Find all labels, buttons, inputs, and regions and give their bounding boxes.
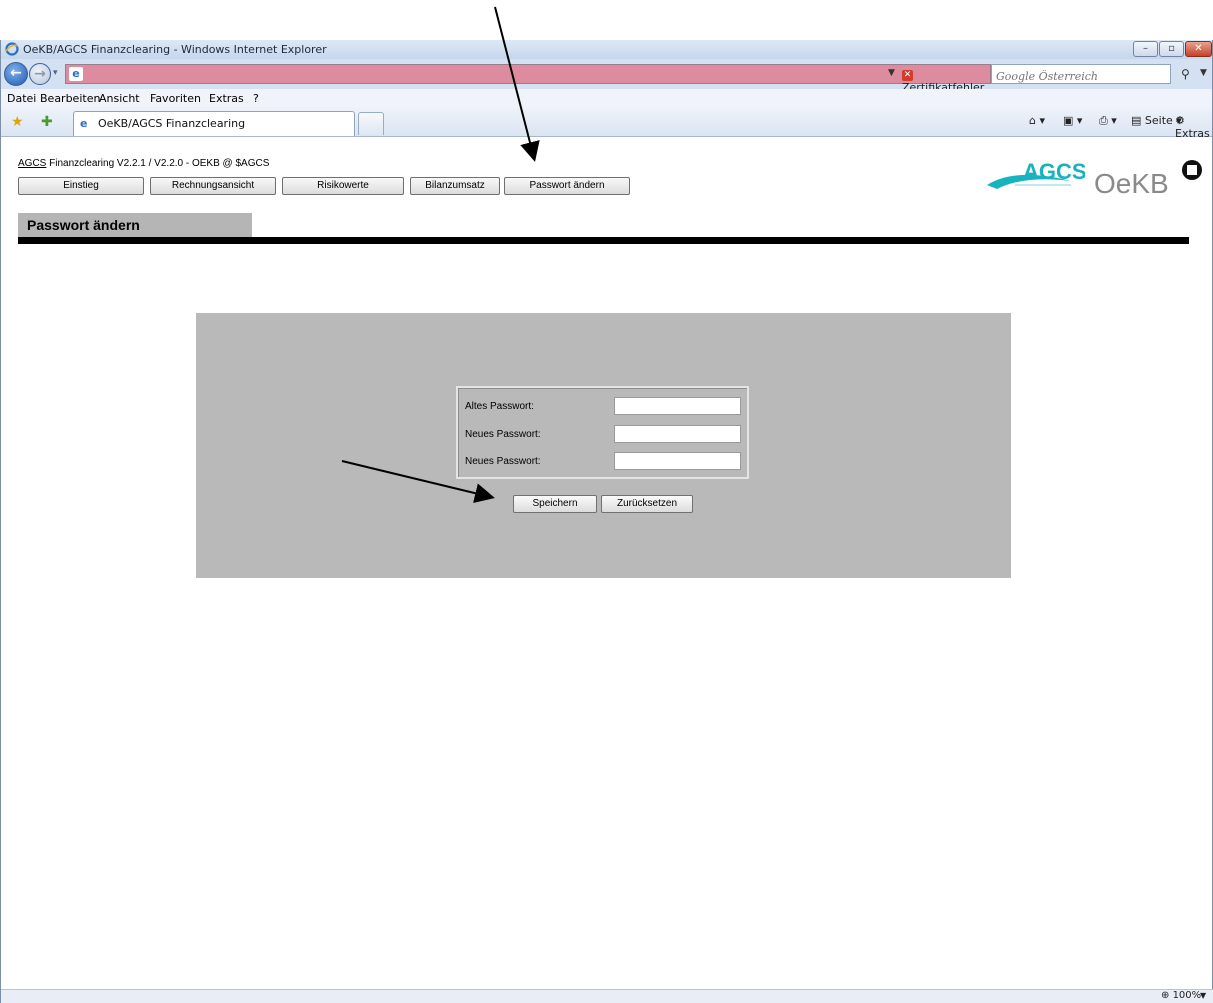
- minimize-button[interactable]: –: [1133, 41, 1158, 57]
- nav-rechnungsansicht[interactable]: Rechnungsansicht: [150, 177, 276, 195]
- search-box[interactable]: [991, 64, 1171, 85]
- search-icon[interactable]: ⚲: [1181, 67, 1190, 81]
- close-window-button[interactable]: ✕: [1185, 41, 1212, 57]
- oekb-logo: OeKB: [1094, 160, 1202, 197]
- agcs-logo: AGCS: [987, 159, 1085, 189]
- menu-help[interactable]: ?: [253, 92, 259, 105]
- page-icon: e: [69, 67, 83, 81]
- error-icon: ✕: [902, 70, 913, 81]
- menu-favoriten[interactable]: Favoriten: [150, 92, 201, 105]
- zoom-dropdown-icon[interactable]: ▼: [1200, 991, 1206, 1000]
- favorites-star-icon[interactable]: ★: [11, 114, 24, 130]
- new-tab-button[interactable]: [358, 112, 384, 135]
- tools-menu-button[interactable]: ⚙ Extras: [1175, 114, 1212, 140]
- maximize-button[interactable]: ▫: [1159, 41, 1184, 57]
- back-button[interactable]: ←: [4, 62, 28, 86]
- feeds-icon[interactable]: ▣ ▾: [1063, 114, 1082, 127]
- agcs-link[interactable]: AGCS: [18, 158, 46, 169]
- tab-label: OeKB/AGCS Finanzclearing: [98, 117, 246, 130]
- status-bar: ⊕ 100% ▼: [1, 989, 1213, 1003]
- section-header: Passwort ändern: [18, 213, 252, 237]
- nav-einstieg[interactable]: Einstieg: [18, 177, 144, 195]
- ie-logo-icon: [5, 42, 19, 56]
- menu-bearbeiten[interactable]: Bearbeiten: [40, 92, 100, 105]
- tools-menu-label: Extras: [1175, 127, 1210, 140]
- new-password-input[interactable]: [614, 425, 741, 443]
- print-icon[interactable]: ⎙ ▾: [1099, 114, 1117, 128]
- home-icon[interactable]: ⌂ ▾: [1029, 114, 1045, 127]
- old-password-input[interactable]: [614, 397, 741, 415]
- forward-arrow-icon: →: [34, 66, 46, 82]
- section-divider: [18, 237, 1189, 244]
- forward-button[interactable]: →: [29, 63, 51, 85]
- search-dropdown-icon[interactable]: ▼: [1200, 68, 1207, 78]
- tab-row: ★ ✚ e OeKB/AGCS Finanzclearing ⌂ ▾ ▣ ▾ ⎙…: [1, 107, 1212, 140]
- zoom-value: 100%: [1172, 990, 1202, 1001]
- address-toolbar: ← → ▾ e ▼ ✕Zertifikatfehler ⇆ ✕ ⚲ ▼: [1, 59, 1212, 94]
- agcs-logo-text: AGCS: [1023, 159, 1085, 184]
- title-bar: OeKB/AGCS Finanzclearing - Windows Inter…: [1, 40, 1212, 60]
- menu-datei[interactable]: Datei: [7, 92, 36, 105]
- oekb-logo-text: OeKB: [1094, 168, 1169, 197]
- nav-bilanzumsatz[interactable]: Bilanzumsatz: [410, 177, 500, 195]
- zoom-level[interactable]: ⊕ 100%: [1161, 990, 1201, 1001]
- menu-bar: Datei Bearbeiten Ansicht Favoriten Extra…: [1, 89, 1212, 108]
- tab-active[interactable]: e OeKB/AGCS Finanzclearing: [73, 111, 355, 136]
- confirm-password-label: Neues Passwort:: [465, 456, 541, 467]
- page-title: Passwort ändern: [27, 217, 140, 233]
- gear-icon: ⚙: [1175, 114, 1185, 127]
- history-dropdown-icon[interactable]: ▾: [53, 68, 58, 78]
- new-password-label: Neues Passwort:: [465, 429, 541, 440]
- search-input[interactable]: [996, 68, 1166, 85]
- menu-ansicht[interactable]: Ansicht: [99, 92, 140, 105]
- app-version: AGCS Finanzclearing V2.2.1 / V2.2.0 - OE…: [18, 158, 269, 169]
- menu-extras[interactable]: Extras: [209, 92, 244, 105]
- back-arrow-icon: ←: [10, 65, 22, 81]
- confirm-password-input[interactable]: [614, 452, 741, 470]
- address-dropdown-icon[interactable]: ▼: [888, 68, 895, 78]
- old-password-label: Altes Passwort:: [465, 401, 534, 412]
- save-button[interactable]: Speichern: [513, 495, 597, 513]
- page-menu-icon: ▤: [1131, 114, 1142, 127]
- reset-button[interactable]: Zurücksetzen: [601, 495, 693, 513]
- address-bar[interactable]: e ▼ ✕Zertifikatfehler ⇆ ✕: [65, 64, 1042, 94]
- window-title: OeKB/AGCS Finanzclearing - Windows Inter…: [23, 43, 327, 56]
- nav-risikowerte[interactable]: Risikowerte: [282, 177, 404, 195]
- nav-passwort-aendern[interactable]: Passwort ändern: [504, 177, 630, 195]
- app-version-text: Finanzclearing V2.2.1 / V2.2.0 - OEKB @ …: [46, 158, 270, 169]
- page-menu-label: Seite: [1144, 114, 1173, 127]
- add-favorites-icon[interactable]: ✚: [41, 114, 53, 130]
- tab-page-icon: e: [80, 117, 88, 130]
